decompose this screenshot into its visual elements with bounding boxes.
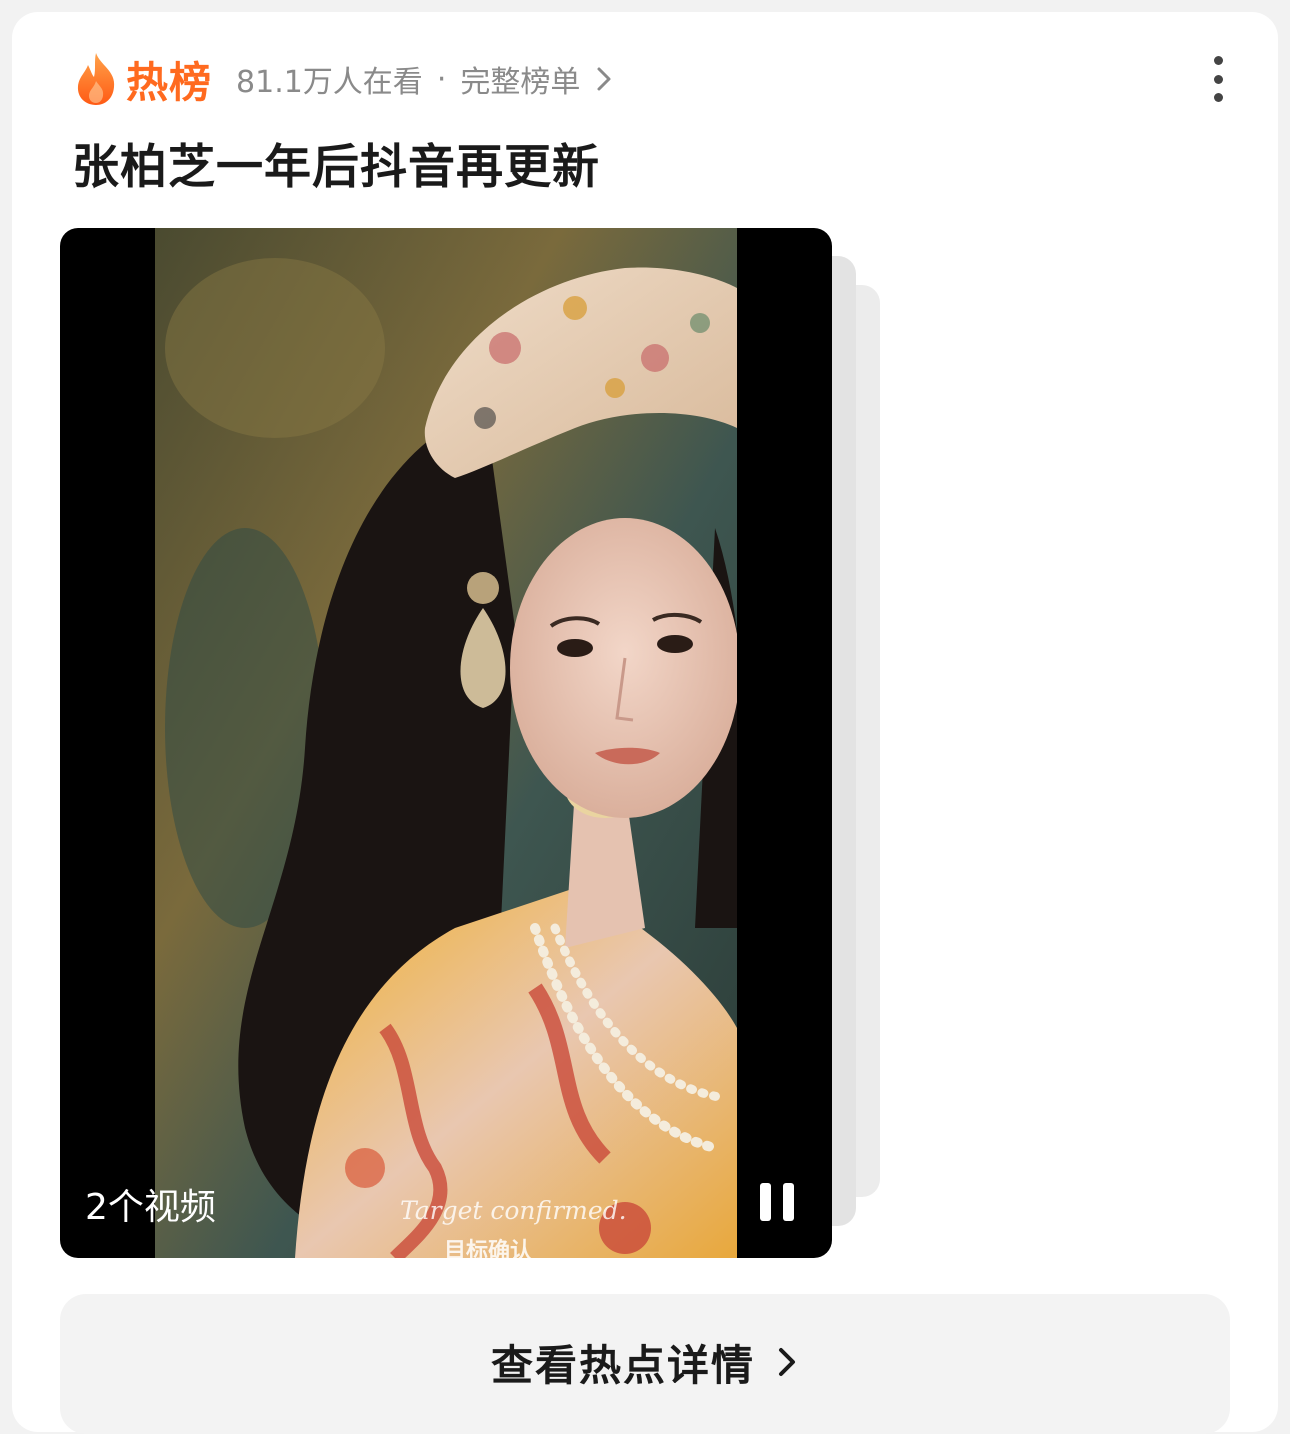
video-caption-english: Target confirmed. xyxy=(400,1196,627,1225)
video-frame-image xyxy=(155,228,737,1258)
header-meta: 81.1万人在看 · 完整榜单 xyxy=(236,57,614,101)
video-count-label: 2个视频 xyxy=(85,1187,216,1228)
meta-separator: · xyxy=(436,61,447,97)
more-vertical-icon[interactable] xyxy=(1196,52,1240,106)
chevron-right-icon xyxy=(597,67,611,91)
flame-icon xyxy=(77,53,115,105)
video-player[interactable]: Target confirmed. 目标确认 2个视频 xyxy=(60,228,832,1258)
hot-list-header: 热榜 81.1万人在看 · 完整榜单 xyxy=(72,50,614,108)
full-list-label: 完整榜单 xyxy=(460,65,581,100)
video-caption-chinese: 目标确认 xyxy=(444,1239,533,1258)
view-details-label: 查看热点详情 xyxy=(490,1340,755,1390)
view-details-content: 查看热点详情 xyxy=(491,1334,799,1390)
watch-count: 81.1万人在看 xyxy=(236,65,423,100)
chevron-right-icon xyxy=(779,1348,795,1376)
full-list-link[interactable]: 完整榜单 xyxy=(460,57,614,101)
view-hot-topic-details-button[interactable]: 查看热点详情 xyxy=(60,1294,1230,1434)
hot-list-label[interactable]: 热榜 xyxy=(126,49,212,110)
pause-icon[interactable] xyxy=(760,1183,794,1223)
topic-title[interactable]: 张柏芝一年后抖音再更新 xyxy=(72,128,600,197)
